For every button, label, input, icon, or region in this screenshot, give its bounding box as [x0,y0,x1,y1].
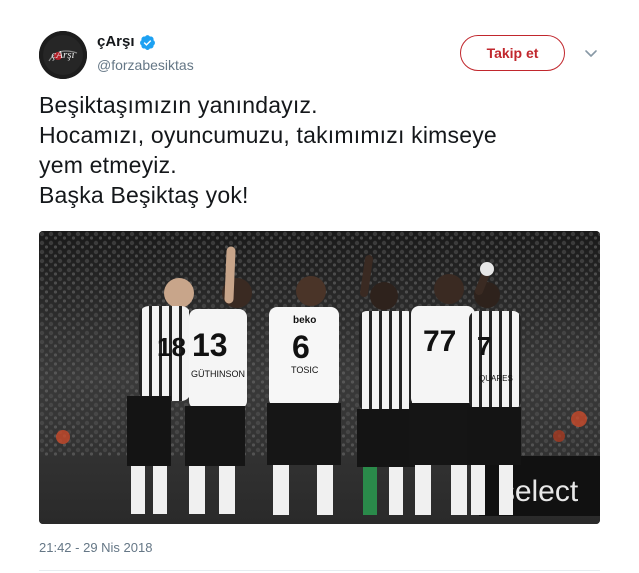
chevron-down-icon[interactable] [583,45,599,61]
tweet-card: çArşı çArşı @forzabesiktas Takip et Beşi… [0,0,639,573]
display-name-text[interactable]: çArşı [97,33,135,51]
tweet-line: Başka Beşiktaş yok! [39,182,249,208]
avatar-logo: çArşı [39,31,87,79]
tweet-text: Beşiktaşımızın yanındayız. Hocamızı, oyu… [39,90,609,210]
verified-badge-icon [139,34,155,50]
divider [39,570,600,571]
jersey-number: 13 [192,327,228,363]
avatar-text: çArşı [51,49,74,61]
jersey-name: QUARES [479,374,513,383]
jersey-name: TOSIC [291,365,319,375]
follow-button[interactable]: Takip et [460,35,565,71]
tweet-line: yem etmeyiz. [39,152,177,178]
avatar[interactable]: çArşı [39,31,87,79]
display-name[interactable]: çArşı [97,33,156,51]
jersey-number: 6 [292,329,310,365]
jersey-name: GÜTHINSON [191,369,245,379]
sponsor-text: beko [293,315,316,326]
user-handle[interactable]: @forzabesiktas [97,56,194,74]
tweet-timestamp[interactable]: 21:42 - 29 Nis 2018 [39,540,152,556]
jersey-number: 18 [157,332,186,362]
team-huddle-photo: select 18 13 GÜTHINSON beko 6 TOSIC 77 7… [39,231,600,524]
jersey-number: 77 [423,325,456,358]
tweet-line: Beşiktaşımızın yanındayız. [39,92,318,118]
tweet-photo[interactable]: select 18 13 GÜTHINSON beko 6 TOSIC 77 7… [39,231,600,524]
jersey-number: 7 [477,331,491,361]
tweet-line: Hocamızı, oyuncumuzu, takımımızı kimseye [39,122,497,148]
